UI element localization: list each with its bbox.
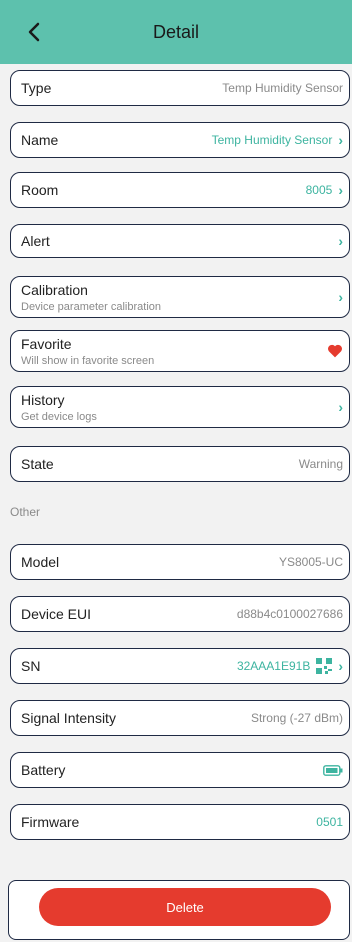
row-calibration[interactable]: Calibration Device parameter calibration… bbox=[10, 276, 350, 318]
history-label: History bbox=[21, 391, 65, 408]
sn-label: SN bbox=[21, 658, 41, 674]
device-eui-label: Device EUI bbox=[21, 606, 92, 622]
state-value: Warning bbox=[298, 457, 343, 471]
signal-label: Signal Intensity bbox=[21, 710, 116, 726]
chevron-right-icon: › bbox=[338, 233, 343, 249]
row-history[interactable]: History Get device logs › bbox=[10, 386, 350, 428]
delete-area: Delete bbox=[8, 880, 350, 940]
type-value: Temp Humidity Sensor bbox=[222, 81, 343, 95]
calibration-sub: Device parameter calibration bbox=[21, 300, 162, 313]
history-sub: Get device logs bbox=[21, 410, 97, 423]
model-label: Model bbox=[21, 554, 60, 570]
type-label: Type bbox=[21, 80, 52, 96]
row-state: State Warning bbox=[10, 446, 350, 482]
row-name[interactable]: Name Temp Humidity Sensor › bbox=[10, 122, 350, 158]
state-label: State bbox=[21, 456, 54, 472]
room-value: 8005 bbox=[305, 183, 333, 197]
favorite-label: Favorite bbox=[21, 335, 72, 352]
signal-value: Strong (-27 dBm) bbox=[250, 711, 343, 725]
favorite-sub: Will show in favorite screen bbox=[21, 354, 155, 367]
row-type: Type Temp Humidity Sensor bbox=[10, 70, 350, 106]
section-title-other: Other bbox=[10, 505, 41, 519]
model-value: YS8005-UC bbox=[278, 555, 343, 569]
row-firmware: Firmware 0501 bbox=[10, 804, 350, 840]
alert-label: Alert bbox=[21, 233, 50, 249]
device-eui-value: d88b4c0100027686 bbox=[236, 607, 343, 621]
back-button[interactable] bbox=[20, 18, 48, 46]
app-header: Detail bbox=[0, 0, 352, 64]
row-favorite: Favorite Will show in favorite screen bbox=[10, 330, 350, 372]
chevron-left-icon bbox=[28, 22, 40, 42]
battery-label: Battery bbox=[21, 762, 66, 778]
delete-button[interactable]: Delete bbox=[39, 888, 331, 926]
chevron-right-icon: › bbox=[338, 399, 343, 415]
page-title: Detail bbox=[152, 21, 200, 42]
chevron-right-icon: › bbox=[338, 658, 343, 674]
name-value: Temp Humidity Sensor bbox=[211, 133, 333, 147]
row-sn[interactable]: SN 32AAA1E91B › bbox=[10, 648, 350, 684]
calibration-label: Calibration bbox=[21, 281, 88, 298]
name-label: Name bbox=[21, 132, 59, 148]
qr-code-icon bbox=[316, 658, 333, 674]
row-room[interactable]: Room 8005 › bbox=[10, 172, 350, 208]
chevron-right-icon: › bbox=[338, 289, 343, 305]
firmware-value: 0501 bbox=[316, 815, 343, 829]
row-alert[interactable]: Alert › bbox=[10, 224, 350, 258]
row-device-eui: Device EUI d88b4c0100027686 bbox=[10, 596, 350, 632]
heart-icon[interactable] bbox=[327, 344, 343, 358]
sn-value: 32AAA1E91B bbox=[236, 659, 311, 673]
battery-icon bbox=[323, 764, 343, 776]
row-model: Model YS8005-UC bbox=[10, 544, 350, 580]
row-battery: Battery bbox=[10, 752, 350, 788]
chevron-right-icon: › bbox=[338, 132, 343, 148]
chevron-right-icon: › bbox=[338, 182, 343, 198]
room-label: Room bbox=[21, 182, 59, 198]
row-signal-intensity: Signal Intensity Strong (-27 dBm) bbox=[10, 700, 350, 736]
firmware-label: Firmware bbox=[21, 814, 80, 830]
